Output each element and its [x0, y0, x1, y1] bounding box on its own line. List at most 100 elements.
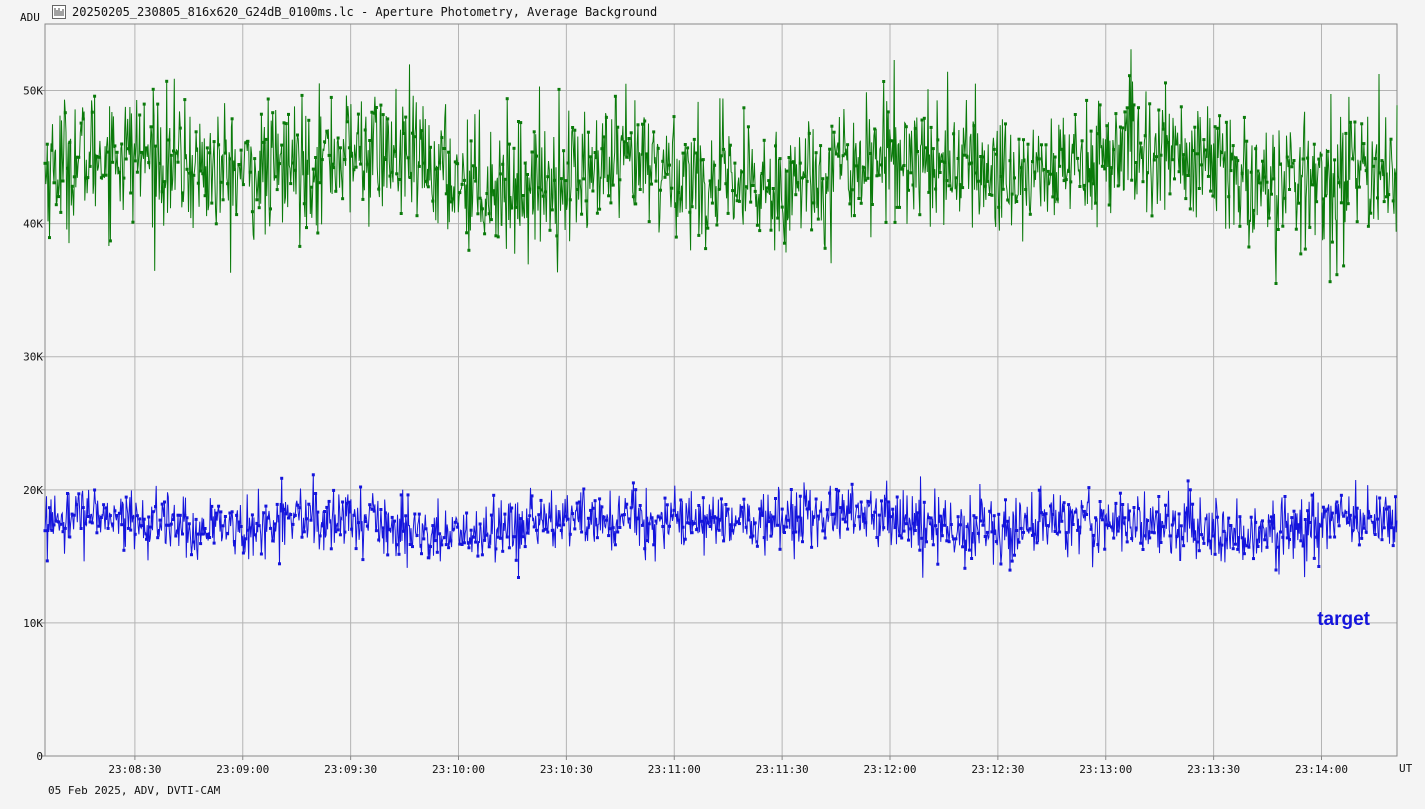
data-point: [1132, 506, 1136, 509]
data-point: [372, 509, 376, 513]
data-point: [1168, 534, 1172, 538]
data-point: [181, 191, 184, 195]
data-point: [221, 524, 225, 528]
data-point: [1303, 247, 1307, 251]
data-point: [1141, 180, 1145, 184]
data-point: [1089, 129, 1093, 133]
data-point: [850, 188, 854, 192]
data-point: [45, 142, 49, 146]
data-point: [1285, 155, 1289, 159]
data-point: [54, 203, 58, 207]
data-point: [1220, 151, 1224, 155]
data-point: [183, 98, 187, 102]
data-point: [1173, 517, 1176, 521]
data-point: [1310, 493, 1314, 497]
data-point: [1310, 183, 1314, 187]
data-point: [214, 222, 218, 226]
data-point: [117, 511, 121, 515]
data-point: [848, 202, 852, 206]
data-point: [1254, 520, 1258, 524]
data-point: [413, 135, 417, 139]
data-point: [404, 115, 408, 119]
data-point: [1265, 545, 1269, 549]
data-point: [1227, 195, 1231, 199]
data-point: [652, 130, 656, 134]
data-point: [1364, 530, 1368, 534]
data-point: [706, 226, 710, 230]
data-point: [462, 541, 466, 545]
data-point: [548, 228, 552, 232]
data-point: [404, 514, 408, 518]
data-point: [837, 489, 841, 493]
data-point: [668, 163, 671, 167]
data-point: [341, 500, 345, 504]
data-point: [645, 539, 649, 543]
data-point: [343, 530, 347, 534]
data-point: [672, 508, 676, 512]
data-point: [1091, 533, 1095, 537]
data-point: [1008, 159, 1012, 163]
data-point: [528, 514, 532, 518]
data-point: [652, 543, 656, 547]
data-point: [1123, 110, 1127, 114]
data-point: [467, 248, 471, 252]
data-point: [1051, 195, 1055, 199]
data-point: [438, 161, 442, 165]
data-point: [307, 502, 311, 506]
data-point: [593, 499, 597, 503]
data-point: [668, 524, 671, 528]
data-point: [961, 186, 965, 190]
data-point: [510, 506, 514, 510]
data-point: [244, 537, 248, 541]
data-point: [1294, 526, 1298, 530]
data-point: [1360, 122, 1364, 126]
data-point: [413, 512, 417, 516]
data-point: [208, 151, 212, 155]
data-point: [731, 529, 735, 533]
data-point: [1204, 517, 1208, 521]
data-point: [154, 505, 157, 509]
data-point: [1258, 181, 1262, 185]
y-tick-label: 0: [36, 750, 43, 763]
data-point: [1342, 264, 1346, 268]
data-point: [1193, 537, 1197, 541]
data-point: [792, 160, 795, 164]
data-point: [717, 187, 721, 191]
data-point: [1051, 512, 1055, 516]
data-point: [1324, 194, 1328, 198]
data-point: [956, 157, 960, 160]
axes: [41, 23, 1398, 760]
data-point: [147, 161, 151, 165]
data-point: [284, 512, 288, 516]
data-point: [810, 228, 814, 232]
data-point: [208, 536, 212, 539]
data-point: [395, 543, 399, 547]
y-tick-label: 30K: [23, 351, 43, 364]
data-point: [719, 154, 723, 158]
data-point: [451, 527, 455, 531]
data-point: [994, 152, 998, 156]
data-point: [196, 181, 200, 185]
data-point: [857, 515, 861, 519]
data-point: [593, 151, 597, 154]
data-point: [1082, 183, 1086, 187]
data-point: [302, 202, 306, 206]
light-curve-chart[interactable]: 0 10K 20K 30K 40K 50K 23:08:30 23:09:00 23:09:30…: [0, 0, 1425, 809]
data-point: [954, 537, 958, 541]
data-point: [1376, 196, 1379, 200]
data-point: [194, 130, 198, 134]
data-point: [650, 516, 653, 520]
data-point: [938, 171, 942, 174]
data-point: [929, 125, 933, 129]
data-point: [526, 173, 529, 176]
data-point: [967, 548, 971, 552]
data-point: [1254, 147, 1258, 151]
data-point: [1211, 534, 1215, 538]
data-point: [374, 529, 378, 533]
data-point: [553, 532, 556, 536]
data-point: [147, 515, 151, 519]
data-point: [399, 212, 403, 215]
data-point: [726, 211, 730, 215]
data-point: [239, 148, 243, 152]
data-point: [1064, 178, 1068, 182]
